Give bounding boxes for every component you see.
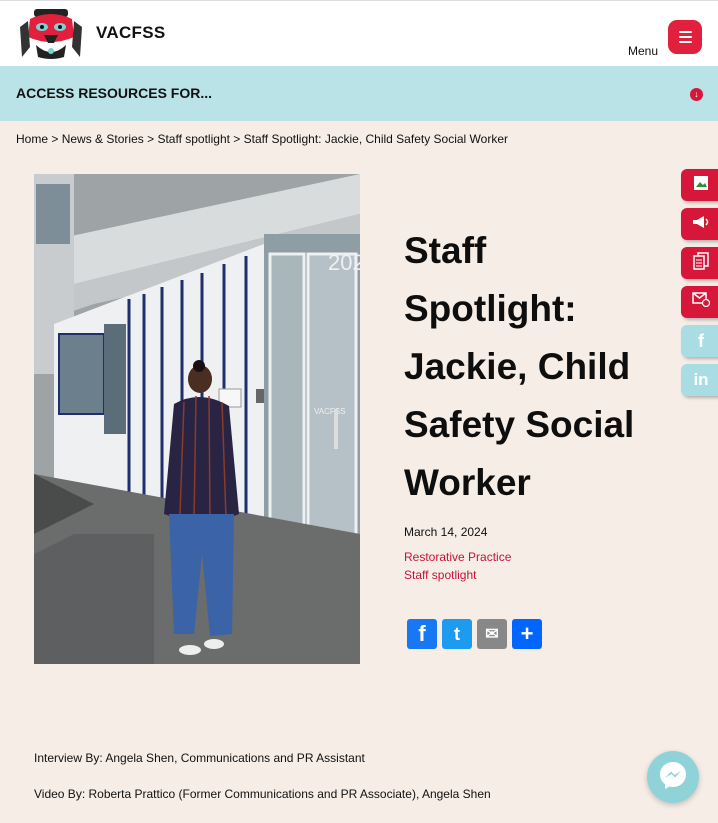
share-button[interactable]: +	[512, 619, 542, 649]
interview-credit: Interview By: Angela Shen, Communication…	[34, 751, 365, 765]
access-resources-label: ACCESS RESOURCES FOR...	[16, 85, 213, 101]
breadcrumb-staff-spotlight[interactable]: Staff spotlight	[157, 132, 230, 146]
menu-label[interactable]: Menu	[628, 44, 658, 58]
side-tab-linkedin[interactable]: in	[681, 364, 718, 396]
hamburger-icon	[678, 31, 692, 33]
breadcrumb-separator: >	[51, 132, 59, 146]
article-photo: 2020 VACFSS	[34, 174, 360, 664]
side-tab-email[interactable]	[681, 286, 718, 318]
email-icon: ✉	[485, 626, 499, 643]
category-link[interactable]: Restorative Practice	[404, 550, 511, 564]
site-header: VACFSS Menu	[0, 0, 718, 66]
brand-name[interactable]: VACFSS	[96, 23, 166, 43]
arrow-down-icon[interactable]: ↓	[690, 88, 703, 101]
side-tab-documents[interactable]	[681, 247, 718, 279]
breadcrumb-home[interactable]: Home	[16, 132, 48, 146]
door-text: VACFSS	[314, 407, 345, 416]
share-twitter-button[interactable]: t	[442, 619, 472, 649]
vacfss-logo[interactable]	[16, 7, 86, 61]
breadcrumb-news[interactable]: News & Stories	[62, 132, 144, 146]
image-icon	[693, 175, 709, 196]
menu-button[interactable]	[668, 20, 702, 54]
email-icon	[692, 292, 711, 312]
documents-icon	[693, 251, 709, 275]
share-email-button[interactable]: ✉	[477, 619, 507, 649]
breadcrumb-current: Staff Spotlight: Jackie, Child Safety So…	[243, 132, 509, 146]
building-sign: 2020	[328, 250, 360, 275]
facebook-icon: f	[698, 330, 704, 351]
megaphone-icon	[692, 215, 710, 234]
messenger-chat-button[interactable]	[647, 751, 699, 803]
twitter-icon: t	[454, 623, 460, 644]
access-resources-bar[interactable]: ACCESS RESOURCES FOR...	[0, 66, 718, 121]
breadcrumb-separator: >	[233, 132, 241, 146]
video-credit: Video By: Roberta Prattico (Former Commu…	[34, 787, 491, 801]
breadcrumb: Home > News & Stories > Staff spotlight …	[16, 132, 508, 146]
facebook-icon: f	[418, 621, 426, 646]
linkedin-icon: in	[693, 370, 709, 389]
side-tab-announcements[interactable]	[681, 208, 718, 240]
article-title: Staff Spotlight: Jackie, Child Safety So…	[404, 230, 635, 503]
category-link[interactable]: Staff spotlight	[404, 568, 477, 582]
breadcrumb-separator: >	[147, 132, 155, 146]
article-date: March 14, 2024	[404, 525, 488, 539]
side-tab-image[interactable]	[681, 169, 718, 201]
side-tab-facebook[interactable]: f	[681, 325, 718, 357]
share-facebook-button[interactable]: f	[407, 619, 437, 649]
messenger-icon	[657, 759, 689, 796]
plus-icon: +	[520, 621, 534, 646]
